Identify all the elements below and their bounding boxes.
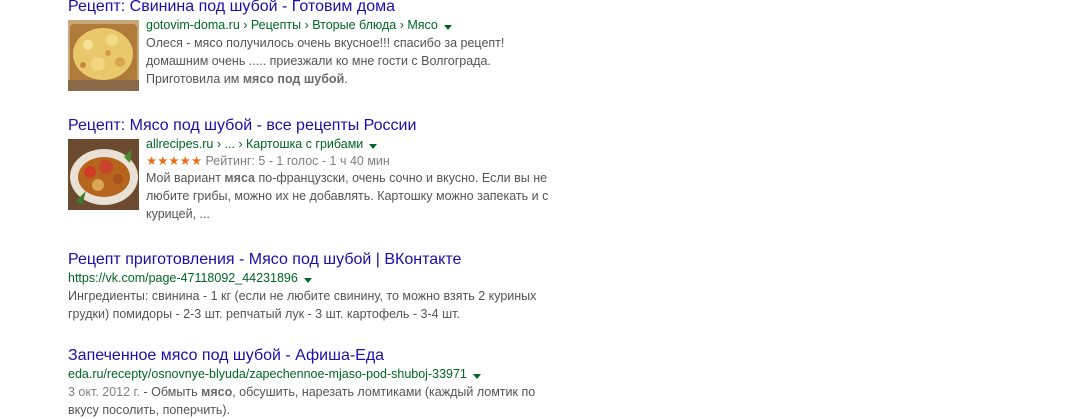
result-url-line: eda.ru/recepty/osnovnye-blyuda/zapechenn… [68, 366, 588, 383]
search-result: Рецепт приготовления - Мясо под шубой | … [68, 250, 588, 323]
result-url-line: allrecipes.ru › ... › Картошка с грибами [146, 136, 568, 153]
result-date: 3 окт. 2012 г. [68, 384, 141, 399]
search-result: Рецепт: Мясо под шубой - все рецепты Рос… [68, 116, 588, 223]
result-title-link[interactable]: Рецепт приготовления - Мясо под шубой | … [68, 250, 588, 270]
result-body: gotovim-doma.ru › Рецепты › Вторые блюда… [68, 17, 588, 91]
rating-text: Рейтинг: 5 - 1 голос - 1 ч 40 мин [205, 153, 390, 168]
result-snippet: Ингредиенты: свинина - 1 кг (если не люб… [68, 288, 537, 321]
chevron-down-icon[interactable] [303, 271, 312, 287]
search-result: Запеченное мясо под шубой - Афиша-Еда ed… [68, 346, 588, 419]
result-url-line: gotovim-doma.ru › Рецепты › Вторые блюда… [146, 17, 568, 34]
result-breadcrumb[interactable]: allrecipes.ru › ... › Картошка с грибами [146, 137, 363, 151]
result-snippet: Мой вариант мяса по-французски, очень со… [146, 170, 549, 221]
result-rating: ★★★★★ Рейтинг: 5 - 1 голос - 1 ч 40 мин [146, 153, 568, 169]
result-url[interactable]: https://vk.com/page-47118092_44231896 [68, 271, 298, 285]
result-breadcrumb[interactable]: gotovim-doma.ru › Рецепты › Вторые блюда… [146, 18, 438, 32]
result-thumbnail[interactable] [68, 139, 139, 210]
result-title-link[interactable]: Рецепт: Свинина под шубой - Готовим дома [68, 0, 588, 17]
star-rating-icon: ★★★★★ [146, 153, 203, 168]
result-title-link[interactable]: Запеченное мясо под шубой - Афиша-Еда [68, 346, 588, 366]
result-body: allrecipes.ru › ... › Картошка с грибами… [68, 136, 588, 223]
result-url[interactable]: eda.ru/recepty/osnovnye-blyuda/zapechenn… [68, 367, 467, 381]
chevron-down-icon[interactable] [369, 137, 378, 153]
result-text: allrecipes.ru › ... › Картошка с грибами… [146, 136, 568, 223]
chevron-down-icon[interactable] [472, 367, 481, 383]
result-snippet: Олеся - мясо получилось очень вкусное!!!… [146, 35, 505, 86]
result-thumbnail[interactable] [68, 20, 139, 91]
chevron-down-icon[interactable] [443, 18, 452, 34]
result-snippet: 3 окт. 2012 г. - Обмыть мясо, обсушить, … [68, 384, 536, 417]
result-text: gotovim-doma.ru › Рецепты › Вторые блюда… [146, 17, 568, 91]
result-url-line: https://vk.com/page-47118092_44231896 [68, 270, 588, 287]
result-title-link[interactable]: Рецепт: Мясо под шубой - все рецепты Рос… [68, 116, 588, 136]
search-result: Рецепт: Свинина под шубой - Готовим дома… [68, 0, 588, 91]
